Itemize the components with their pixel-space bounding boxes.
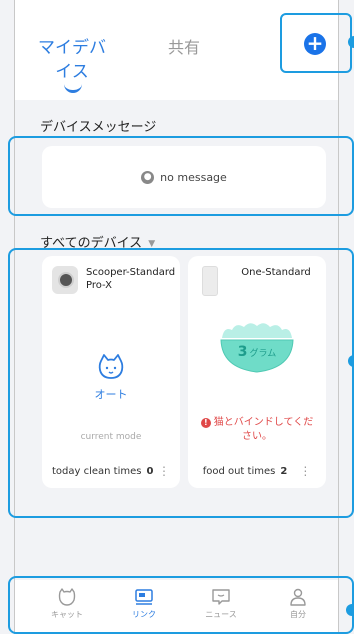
current-mode-caption: current mode — [80, 432, 142, 442]
device-card-scooper[interactable]: Scooper-Standard Pro-X オート current mode … — [42, 256, 180, 488]
device-name: One-Standard — [241, 267, 311, 278]
food-amount: 3 グラム — [218, 344, 296, 360]
message-card: ● no message — [42, 146, 326, 208]
device-card-feeder[interactable]: One-Standard 3 グラム ! 猫とバインドしてください。 food ou… — [188, 256, 326, 488]
empty-message-text: no message — [160, 170, 227, 184]
device-name: Scooper-Standard Pro-X — [86, 267, 176, 291]
more-options-icon[interactable]: ⋮ — [158, 464, 170, 478]
mode-label: オート — [94, 388, 128, 401]
plus-circle-icon: + — [306, 31, 324, 55]
cat-face-icon — [98, 354, 124, 379]
stat-label: food out times — [202, 465, 276, 477]
device-thumbnail — [202, 266, 218, 296]
highlight-marker — [348, 36, 354, 48]
stat-row: food out times 2 ⋮ — [198, 464, 316, 478]
tab-shared[interactable]: 共有 — [168, 36, 200, 60]
stat-row: today clean times 0 ⋮ — [52, 464, 170, 478]
stat-value: 2 — [280, 465, 288, 477]
food-amount-unit: グラム — [249, 349, 277, 359]
alert-icon: ! — [200, 418, 211, 428]
device-thumbnail — [52, 266, 78, 294]
highlight-marker — [348, 355, 354, 367]
warning-text: 猫とバインドしてください。 — [213, 417, 314, 442]
info-icon: ● — [141, 170, 155, 184]
tab-my-devices[interactable]: マイデバイス — [32, 36, 112, 84]
add-device-button[interactable]: + — [304, 33, 326, 55]
food-amount-value: 3 — [237, 344, 248, 360]
bind-cat-warning[interactable]: ! 猫とバインドしてください。 — [196, 416, 318, 444]
device-messages-title: デバイスメッセージ — [40, 120, 157, 135]
more-options-icon[interactable]: ⋮ — [299, 464, 311, 478]
highlight-marker — [346, 604, 354, 616]
nav-highlight — [8, 576, 354, 634]
stat-label: today clean times — [52, 465, 142, 477]
stat-value: 0 — [146, 465, 154, 477]
